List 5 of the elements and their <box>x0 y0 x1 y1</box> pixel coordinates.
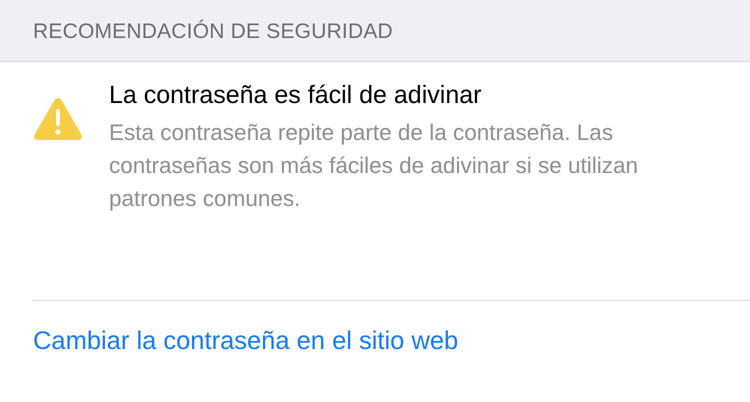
warning-icon <box>33 97 83 141</box>
section-header: RECOMENDACIÓN DE SEGURIDAD <box>33 20 393 43</box>
recommendation-title: La contraseña es fácil de adivinar <box>109 80 482 111</box>
change-password-link[interactable]: Cambiar la contraseña en el sitio web <box>33 327 458 356</box>
recommendation-description: Esta contraseña repite parte de la contraseña. Las contraseñas son más fáciles de adivinar si se utilizan patrones comunes. <box>109 119 640 213</box>
